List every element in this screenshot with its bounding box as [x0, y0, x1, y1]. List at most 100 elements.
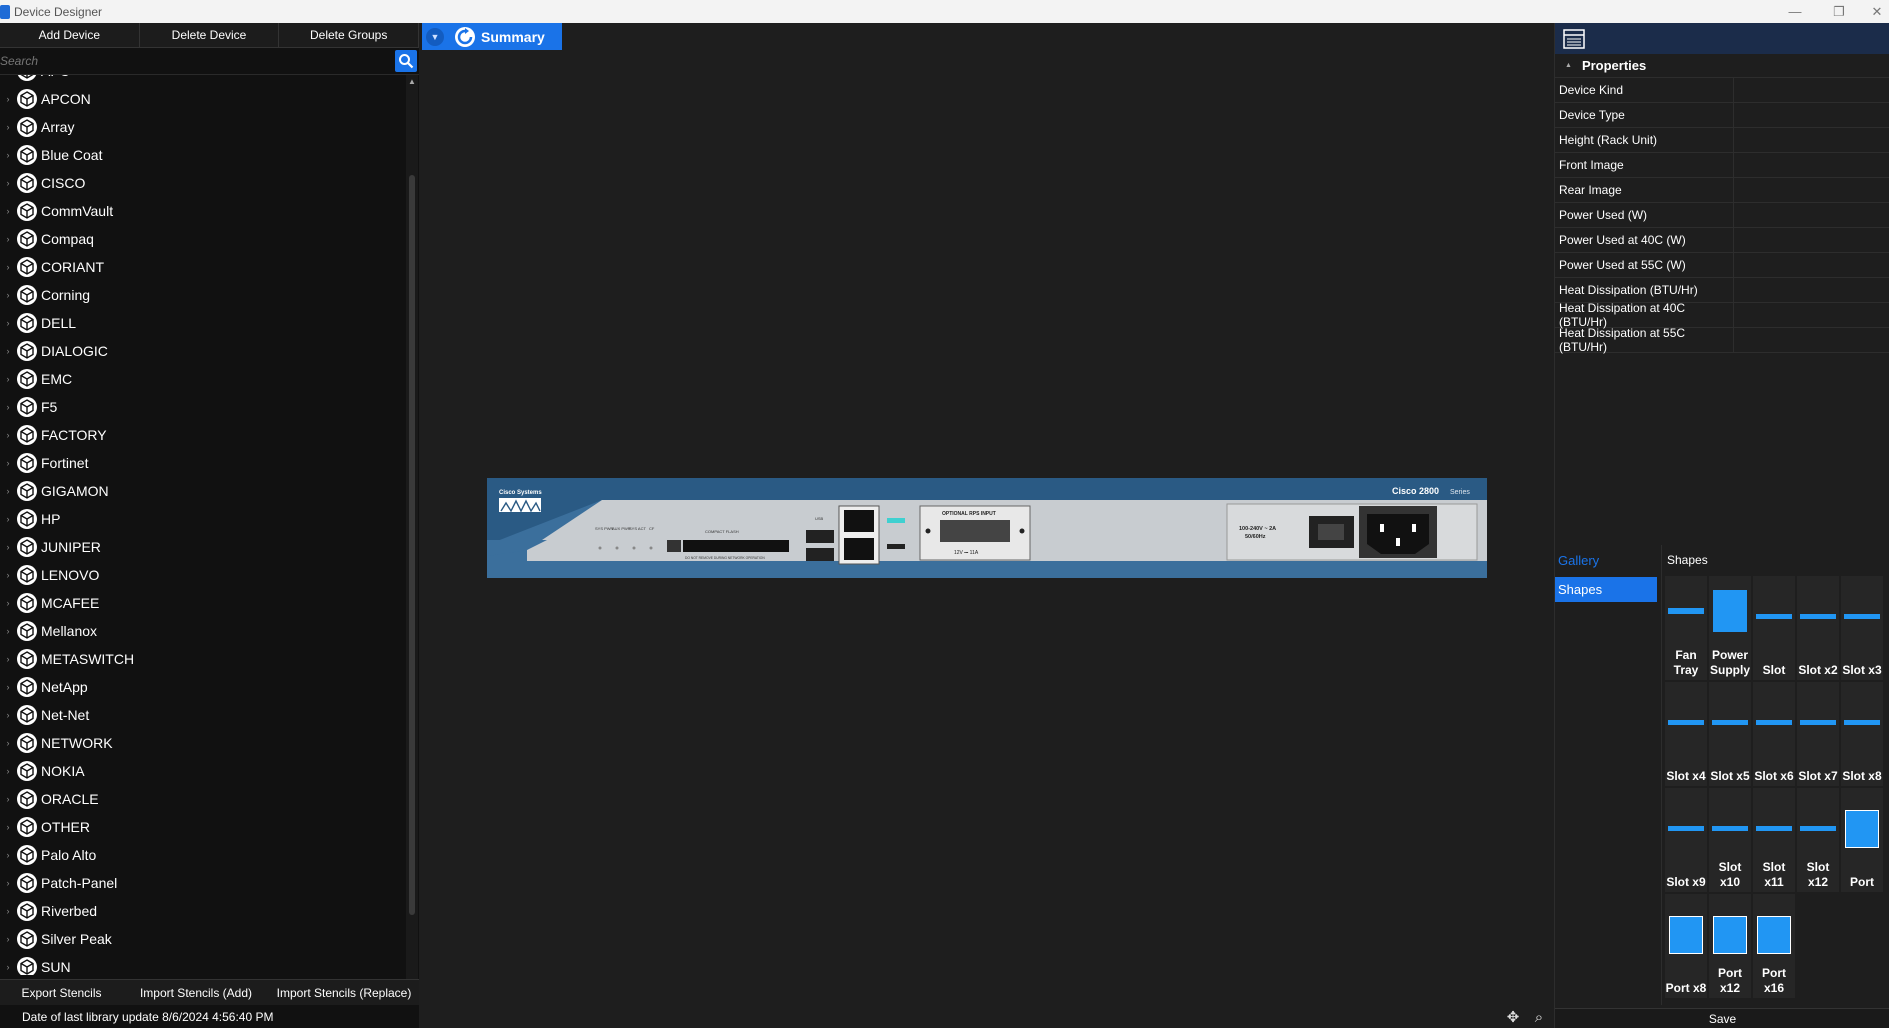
- tree-item[interactable]: › Blue Coat: [0, 141, 406, 169]
- tree-item[interactable]: › SUN: [0, 953, 406, 975]
- pan-icon[interactable]: ✥: [1502, 1006, 1524, 1028]
- tree-item[interactable]: › DELL: [0, 309, 406, 337]
- tree-item[interactable]: › Mellanox: [0, 617, 406, 645]
- tree-item[interactable]: › Corning: [0, 281, 406, 309]
- property-row[interactable]: Power Used (W): [1555, 203, 1889, 228]
- tree-scrollbar[interactable]: ▲ ▼: [406, 75, 418, 1002]
- shape-tile[interactable]: Slot x6: [1753, 682, 1795, 786]
- expand-icon[interactable]: ›: [0, 626, 16, 636]
- tree-item[interactable]: › APC: [0, 75, 406, 85]
- expand-icon[interactable]: ›: [0, 346, 16, 356]
- property-row[interactable]: Power Used at 40C (W): [1555, 228, 1889, 253]
- property-row[interactable]: Height (Rack Unit): [1555, 128, 1889, 153]
- tree-item[interactable]: › Riverbed: [0, 897, 406, 925]
- tree-item[interactable]: › NETWORK: [0, 729, 406, 757]
- expand-icon[interactable]: ›: [0, 878, 16, 888]
- property-value[interactable]: [1734, 228, 1889, 252]
- expand-icon[interactable]: ›: [0, 206, 16, 216]
- tree-item[interactable]: › Array: [0, 113, 406, 141]
- import-stencils-replace-button[interactable]: Import Stencils (Replace): [269, 980, 419, 1005]
- delete-device-button[interactable]: Delete Device: [140, 23, 280, 47]
- shape-tile[interactable]: Slot x2: [1797, 576, 1839, 680]
- search-icon[interactable]: [395, 50, 417, 72]
- expand-icon[interactable]: ›: [0, 262, 16, 272]
- shape-tile[interactable]: Port x8: [1665, 894, 1707, 998]
- property-value[interactable]: [1734, 103, 1889, 127]
- expand-icon[interactable]: ›: [0, 850, 16, 860]
- expand-icon[interactable]: ›: [0, 430, 16, 440]
- property-value[interactable]: [1734, 153, 1889, 177]
- property-row[interactable]: Device Type: [1555, 103, 1889, 128]
- expand-icon[interactable]: ›: [0, 178, 16, 188]
- gallery-item-shapes[interactable]: Shapes: [1555, 577, 1657, 602]
- expand-icon[interactable]: ›: [0, 906, 16, 916]
- restore-icon[interactable]: ❐: [1822, 0, 1856, 23]
- expand-icon[interactable]: ›: [0, 598, 16, 608]
- property-value[interactable]: [1734, 278, 1889, 302]
- expand-icon[interactable]: ›: [0, 654, 16, 664]
- shape-tile[interactable]: Slot x11: [1753, 788, 1795, 892]
- expand-icon[interactable]: ›: [0, 542, 16, 552]
- rps-input[interactable]: OPTIONAL RPS INPUT 12V ⎓ 11A: [919, 505, 1031, 561]
- shape-tile[interactable]: Slot x3: [1841, 576, 1883, 680]
- scroll-thumb[interactable]: [409, 175, 415, 915]
- shape-tile[interactable]: Port x16: [1753, 894, 1795, 998]
- property-row[interactable]: Device Kind: [1555, 78, 1889, 103]
- property-row[interactable]: Power Used at 55C (W): [1555, 253, 1889, 278]
- expand-icon[interactable]: ›: [0, 822, 16, 832]
- shape-tile[interactable]: Slot x9: [1665, 788, 1707, 892]
- zoom-icon[interactable]: ⌕: [1528, 1006, 1550, 1028]
- expand-icon[interactable]: ›: [0, 150, 16, 160]
- expand-icon[interactable]: ›: [0, 794, 16, 804]
- tree-item[interactable]: › CommVault: [0, 197, 406, 225]
- properties-section-header[interactable]: ▲ Properties: [1555, 54, 1889, 78]
- tree-item[interactable]: › GIGAMON: [0, 477, 406, 505]
- expand-icon[interactable]: ›: [0, 318, 16, 328]
- property-row[interactable]: Rear Image: [1555, 178, 1889, 203]
- property-value[interactable]: [1734, 203, 1889, 227]
- shape-tile[interactable]: Port x12: [1709, 894, 1751, 998]
- expand-icon[interactable]: ›: [0, 290, 16, 300]
- property-value[interactable]: [1734, 303, 1889, 327]
- property-value[interactable]: [1734, 78, 1889, 102]
- expand-icon[interactable]: ›: [0, 934, 16, 944]
- tree-item[interactable]: › Compaq: [0, 225, 406, 253]
- save-button[interactable]: Save: [1555, 1008, 1889, 1028]
- tree-item[interactable]: › MCAFEE: [0, 589, 406, 617]
- shape-tile[interactable]: Slot x8: [1841, 682, 1883, 786]
- export-stencils-button[interactable]: Export Stencils: [0, 980, 123, 1005]
- import-stencils-add-button[interactable]: Import Stencils (Add): [123, 980, 269, 1005]
- shape-tile[interactable]: Port: [1841, 788, 1883, 892]
- tree-item[interactable]: › OTHER: [0, 813, 406, 841]
- expand-icon[interactable]: ›: [0, 402, 16, 412]
- expand-icon[interactable]: ›: [0, 682, 16, 692]
- delete-groups-button[interactable]: Delete Groups: [279, 23, 420, 47]
- property-value[interactable]: [1734, 328, 1889, 352]
- tree-item[interactable]: › Patch-Panel: [0, 869, 406, 897]
- scroll-up-icon[interactable]: ▲: [406, 75, 418, 89]
- tree-item[interactable]: › ORACLE: [0, 785, 406, 813]
- property-value[interactable]: [1734, 128, 1889, 152]
- tree-item[interactable]: › Silver Peak: [0, 925, 406, 953]
- expand-icon[interactable]: ›: [0, 94, 16, 104]
- shape-tile[interactable]: Slot x12: [1797, 788, 1839, 892]
- expand-icon[interactable]: ›: [0, 122, 16, 132]
- tree-item[interactable]: › F5: [0, 393, 406, 421]
- expand-icon[interactable]: ›: [0, 234, 16, 244]
- tree-item[interactable]: › HP: [0, 505, 406, 533]
- property-row[interactable]: Heat Dissipation at 55C (BTU/Hr): [1555, 326, 1889, 354]
- property-value[interactable]: [1734, 178, 1889, 202]
- tree-item[interactable]: › JUNIPER: [0, 533, 406, 561]
- search-input[interactable]: [0, 50, 395, 72]
- shape-tile[interactable]: Slot x7: [1797, 682, 1839, 786]
- property-row[interactable]: Heat Dissipation (BTU/Hr): [1555, 278, 1889, 303]
- shape-tile[interactable]: Fan Tray: [1665, 576, 1707, 680]
- shape-tile[interactable]: Slot x10: [1709, 788, 1751, 892]
- shape-tile[interactable]: Slot: [1753, 576, 1795, 680]
- expand-icon[interactable]: ›: [0, 962, 16, 972]
- summary-tab[interactable]: ▼ Summary: [422, 23, 562, 50]
- tree-item[interactable]: › Palo Alto: [0, 841, 406, 869]
- power-inlet[interactable]: 100-240V ~ 2A 50/60Hz: [1226, 503, 1478, 561]
- tree-item[interactable]: › LENOVO: [0, 561, 406, 589]
- expand-icon[interactable]: ›: [0, 766, 16, 776]
